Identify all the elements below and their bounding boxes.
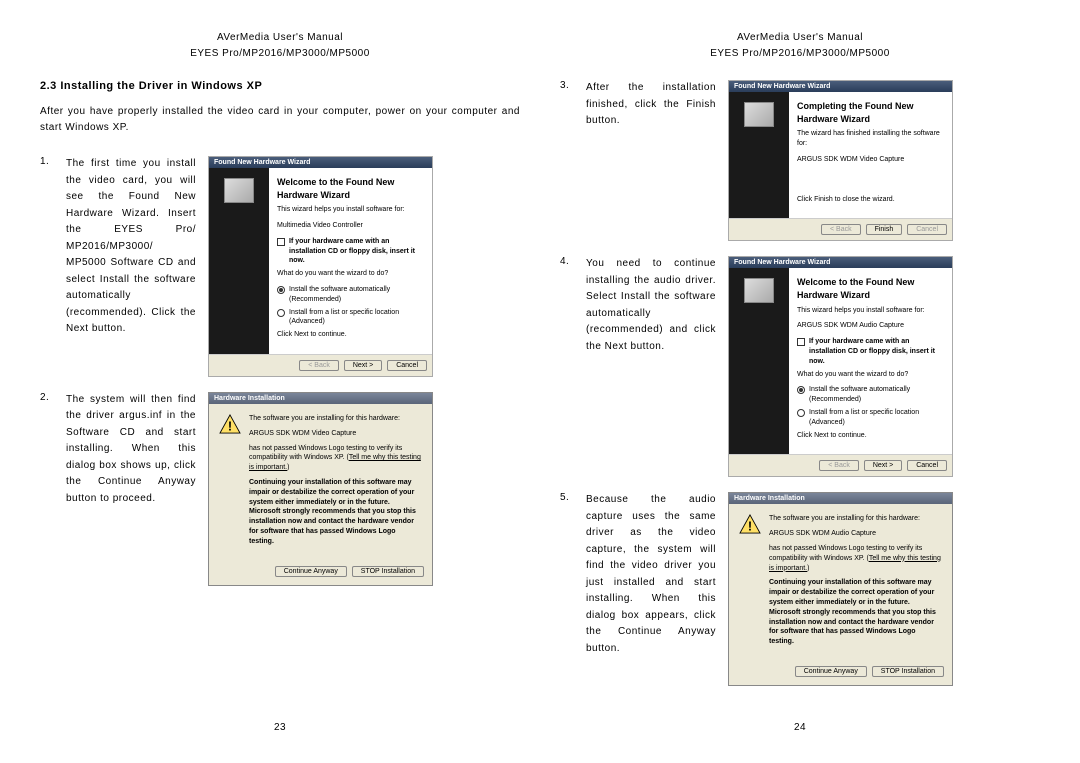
step-text: After the installation finished, click t… xyxy=(586,80,716,130)
page-right: AVerMedia User's Manual EYES Pro/MP2016/… xyxy=(560,30,1040,733)
header-subtitle: EYES Pro/MP2016/MP3000/MP5000 xyxy=(560,46,1040,62)
wizard-device: Multimedia Video Controller xyxy=(277,221,424,231)
hardware-install-screenshot-video: Hardware Installation ! The software you… xyxy=(208,392,433,586)
wizard-what-do: What do you want the wizard to do? xyxy=(277,269,424,279)
radio-list[interactable] xyxy=(797,409,805,417)
wizard-heading: Welcome to the Found New Hardware Wizard xyxy=(277,176,424,201)
next-button[interactable]: Next > xyxy=(344,360,382,371)
header-right: AVerMedia User's Manual EYES Pro/MP2016/… xyxy=(560,30,1040,62)
opt-auto: Install the software automatically (Reco… xyxy=(809,385,944,405)
section-title: 2.3 Installing the Driver in Windows XP xyxy=(40,80,520,92)
hardware-icon xyxy=(744,278,774,303)
warning-icon: ! xyxy=(739,514,761,534)
header-title: AVerMedia User's Manual xyxy=(40,30,520,46)
step-text: Because the audio capture uses the same … xyxy=(586,492,716,657)
page-number: 23 xyxy=(40,712,520,733)
wizard-sidebar xyxy=(729,92,789,218)
radio-auto[interactable] xyxy=(277,286,285,294)
hw-warning-text: Continuing your installation of this sof… xyxy=(249,478,422,547)
cd-icon xyxy=(797,338,805,346)
page-left: AVerMedia User's Manual EYES Pro/MP2016/… xyxy=(40,30,520,733)
hw-line1: The software you are installing for this… xyxy=(769,514,942,524)
back-button[interactable]: < Back xyxy=(299,360,339,371)
wizard-helps: This wizard helps you install software f… xyxy=(797,306,944,316)
hw-device: ARGUS SDK WDM Video Capture xyxy=(249,429,422,439)
warning-icon: ! xyxy=(219,414,241,434)
wizard-click-next: Click Next to continue. xyxy=(277,330,424,340)
wizard-click-next: Click Next to continue. xyxy=(797,431,944,441)
continue-anyway-button[interactable]: Continue Anyway xyxy=(275,566,347,577)
header-title: AVerMedia User's Manual xyxy=(560,30,1040,46)
wizard-what-do: What do you want the wizard to do? xyxy=(797,370,944,380)
step-number: 5. xyxy=(560,492,574,503)
hw-titlebar: Hardware Installation xyxy=(209,393,432,404)
step-number: 2. xyxy=(40,392,54,403)
finish-button[interactable]: Finish xyxy=(866,224,903,235)
wizard-helps: This wizard helps you install software f… xyxy=(277,205,424,215)
step-text: The system will then find the driver arg… xyxy=(66,392,196,508)
wizard-screenshot-welcome-video: Found New Hardware Wizard Welcome to the… xyxy=(208,156,433,377)
hw-logo: has not passed Windows Logo testing to v… xyxy=(769,544,942,573)
opt-list: Install from a list or specific location… xyxy=(289,308,424,328)
radio-auto[interactable] xyxy=(797,386,805,394)
hardware-icon xyxy=(224,178,254,203)
step-2: 2. The system will then find the driver … xyxy=(40,392,520,586)
cancel-button[interactable]: Cancel xyxy=(907,224,947,235)
wizard-titlebar: Found New Hardware Wizard xyxy=(209,157,432,168)
step-text: The first time you install the video car… xyxy=(66,156,196,338)
wizard-cd-hint: If your hardware came with an installati… xyxy=(289,237,424,266)
wizard-heading: Completing the Found New Hardware Wizard xyxy=(797,100,944,125)
wizard-sidebar xyxy=(729,268,789,454)
hardware-install-screenshot-audio: Hardware Installation ! The software you… xyxy=(728,492,953,686)
wizard-heading: Welcome to the Found New Hardware Wizard xyxy=(797,276,944,301)
step-3: 3. After the installation finished, clic… xyxy=(560,80,1040,241)
header-subtitle: EYES Pro/MP2016/MP3000/MP5000 xyxy=(40,46,520,62)
cancel-button[interactable]: Cancel xyxy=(907,460,947,471)
header-left: AVerMedia User's Manual EYES Pro/MP2016/… xyxy=(40,30,520,62)
back-button[interactable]: < Back xyxy=(821,224,861,235)
svg-text:!: ! xyxy=(228,418,232,433)
hardware-icon xyxy=(744,102,774,127)
wizard-screenshot-welcome-audio: Found New Hardware Wizard Welcome to the… xyxy=(728,256,953,477)
next-button[interactable]: Next > xyxy=(864,460,902,471)
hw-line1: The software you are installing for this… xyxy=(249,414,422,424)
step-text: You need to continue installing the audi… xyxy=(586,256,716,355)
wizard-finished-dev: ARGUS SDK WDM Video Capture xyxy=(797,155,944,165)
step-number: 1. xyxy=(40,156,54,167)
step-1: 1. The first time you install the video … xyxy=(40,156,520,377)
stop-installation-button[interactable]: STOP Installation xyxy=(872,666,944,677)
wizard-finished-text: The wizard has finished installing the s… xyxy=(797,129,944,149)
wizard-click-finish: Click Finish to close the wizard. xyxy=(797,195,944,205)
step-5: 5. Because the audio capture uses the sa… xyxy=(560,492,1040,686)
hw-titlebar: Hardware Installation xyxy=(729,493,952,504)
continue-anyway-button[interactable]: Continue Anyway xyxy=(795,666,867,677)
page-number: 24 xyxy=(560,712,1040,733)
opt-list: Install from a list or specific location… xyxy=(809,408,944,428)
wizard-screenshot-finish: Found New Hardware Wizard Completing the… xyxy=(728,80,953,241)
radio-list[interactable] xyxy=(277,309,285,317)
step-number: 4. xyxy=(560,256,574,267)
opt-auto: Install the software automatically (Reco… xyxy=(289,285,424,305)
stop-installation-button[interactable]: STOP Installation xyxy=(352,566,424,577)
cd-icon xyxy=(277,238,285,246)
wizard-titlebar: Found New Hardware Wizard xyxy=(729,81,952,92)
hw-device: ARGUS SDK WDM Audio Capture xyxy=(769,529,942,539)
hw-logo: has not passed Windows Logo testing to v… xyxy=(249,444,422,473)
wizard-titlebar: Found New Hardware Wizard xyxy=(729,257,952,268)
intro-text: After you have properly installed the vi… xyxy=(40,104,520,136)
wizard-device: ARGUS SDK WDM Audio Capture xyxy=(797,321,944,331)
step-number: 3. xyxy=(560,80,574,91)
back-button[interactable]: < Back xyxy=(819,460,859,471)
svg-text:!: ! xyxy=(748,519,752,534)
wizard-cd-hint: If your hardware came with an installati… xyxy=(809,337,944,366)
wizard-sidebar xyxy=(209,168,269,354)
cancel-button[interactable]: Cancel xyxy=(387,360,427,371)
step-4: 4. You need to continue installing the a… xyxy=(560,256,1040,477)
hw-warning-text: Continuing your installation of this sof… xyxy=(769,578,942,647)
